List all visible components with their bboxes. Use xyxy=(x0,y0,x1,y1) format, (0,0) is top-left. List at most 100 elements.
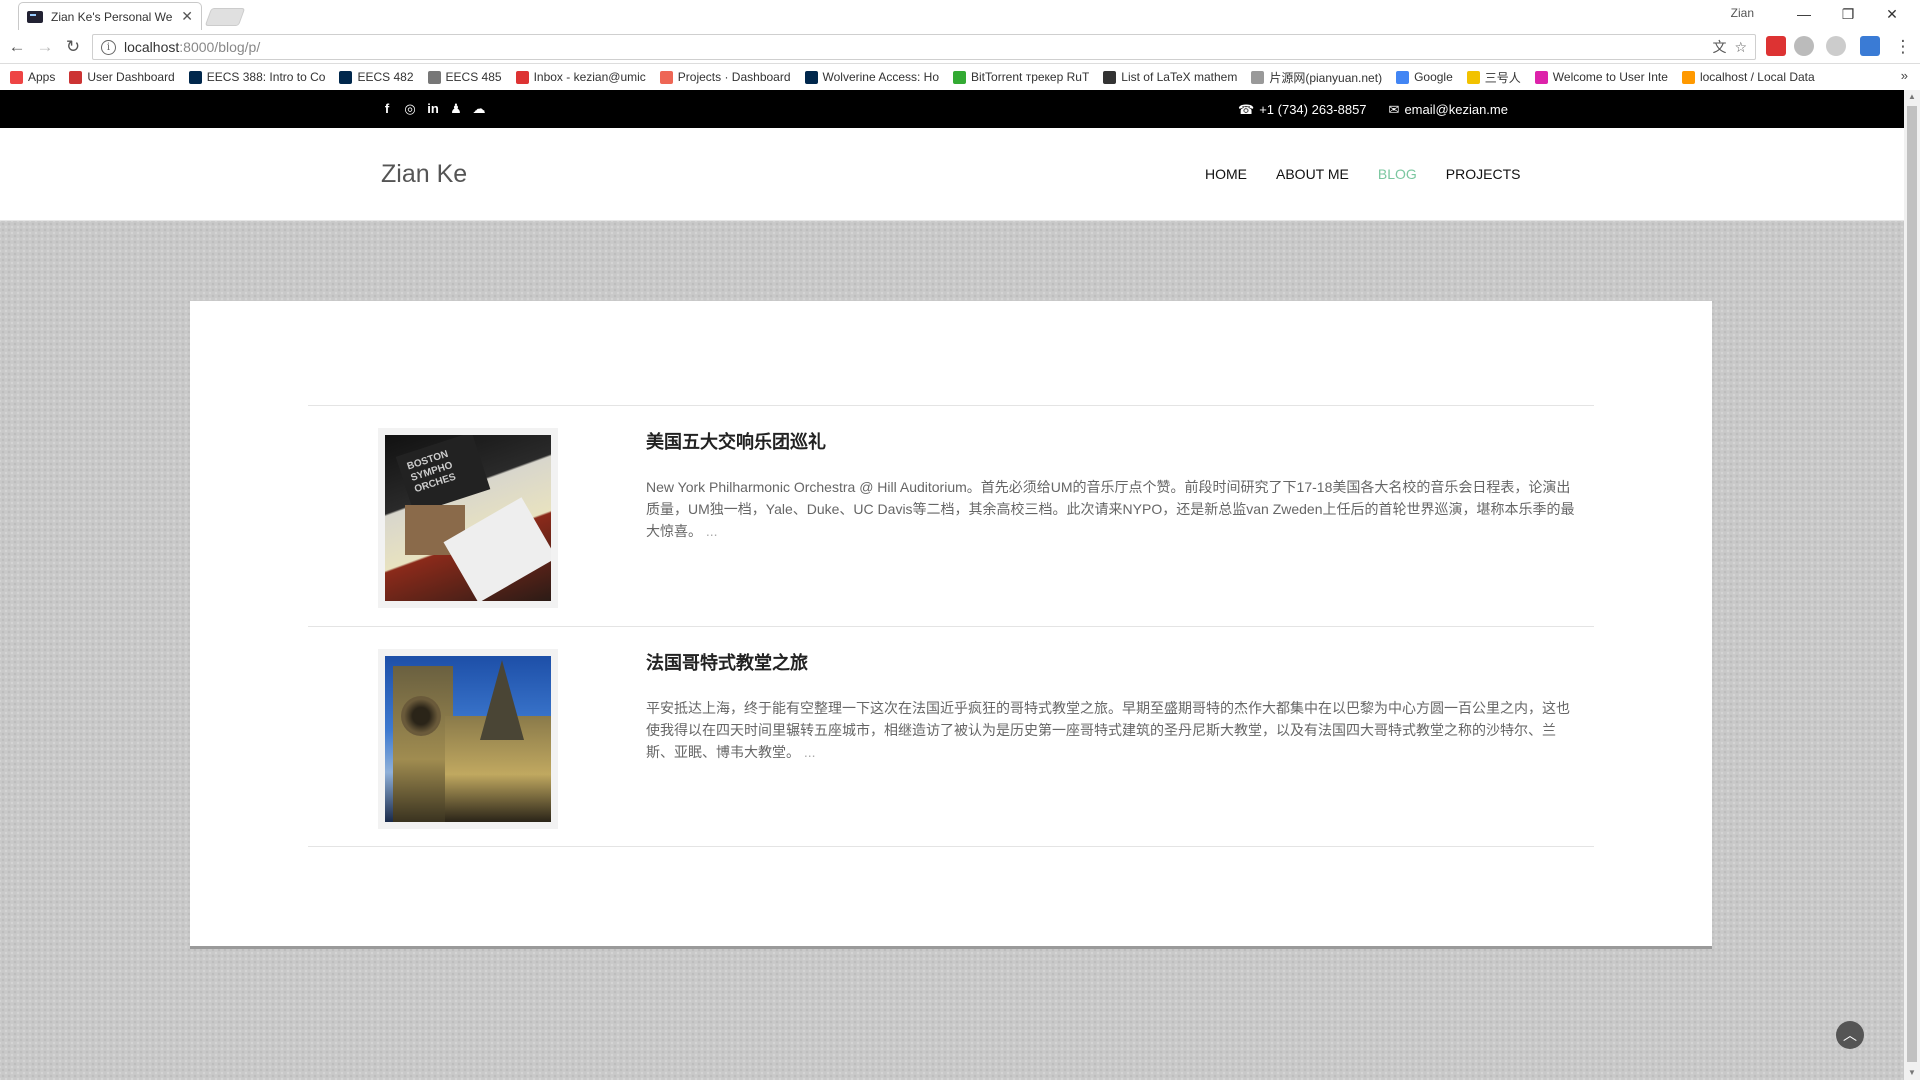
minimize-button[interactable]: — xyxy=(1784,2,1824,26)
contact-info: ☎ +1 (734) 263-8857 ✉ email@kezian.me xyxy=(1238,102,1508,118)
linkedin-icon[interactable]: in xyxy=(426,101,440,117)
bookmark-item[interactable]: Apps xyxy=(10,70,55,84)
extension-cloud-icon[interactable] xyxy=(1826,36,1846,56)
bookmark-label: Google xyxy=(1414,70,1453,84)
extension-new-icon[interactable] xyxy=(1860,36,1880,56)
translate-icon[interactable]: 文 xyxy=(1712,37,1726,57)
chrome-menu-icon[interactable]: ⋮ xyxy=(1892,36,1914,58)
bookmark-label: BitTorrent трекер RuT xyxy=(971,70,1090,84)
umich-m-icon xyxy=(339,70,353,84)
bookmark-item[interactable]: EECS 485 xyxy=(427,70,502,84)
read-more-link[interactable]: ... xyxy=(706,523,718,539)
bookmark-item[interactable]: Wolverine Access: Ho xyxy=(804,70,940,84)
bookmark-label: Inbox - kezian@umic xyxy=(533,70,646,84)
tab-strip: Zian Ke's Personal Website ✕ Zian — ❐ ✕ xyxy=(0,0,1920,30)
bookmark-label: Apps xyxy=(28,70,56,84)
bookmark-item[interactable]: Google xyxy=(1396,70,1453,84)
bookmarks-overflow-icon[interactable]: » xyxy=(1901,68,1908,83)
close-window-button[interactable]: ✕ xyxy=(1872,2,1912,26)
boston-symphony-booklet: BOSTON SYMPHO ORCHES xyxy=(395,435,491,514)
orchestra-image: BOSTON SYMPHO ORCHES xyxy=(385,435,551,601)
bookmark-item[interactable]: EECS 482 xyxy=(339,70,414,84)
nav-home[interactable]: HOME xyxy=(1205,166,1247,182)
bookmark-item[interactable]: 片源网(pianyuan.net) xyxy=(1251,69,1382,86)
page-background: BOSTON SYMPHO ORCHES 美国五大交响乐团巡礼 New York… xyxy=(0,221,1904,1080)
bookmark-item[interactable]: List of LaTeX mathem xyxy=(1103,70,1237,84)
post-thumbnail[interactable] xyxy=(378,649,558,829)
post-title[interactable]: 法国哥特式教堂之旅 xyxy=(646,649,1576,675)
bookmark-item[interactable]: EECS 388: Intro to Co xyxy=(188,70,326,84)
top-contact-bar: f ◎ in ♟ ☁ ☎ +1 (734) 263-8857 ✉ email@kez… xyxy=(0,90,1904,128)
post-excerpt-text: New York Philharmonic Orchestra @ Hill A… xyxy=(646,479,1575,539)
email-contact[interactable]: ✉ email@kezian.me xyxy=(1389,102,1508,118)
url-host: localhost xyxy=(124,39,180,55)
post-excerpt: New York Philharmonic Orchestra @ Hill A… xyxy=(646,476,1576,542)
bookmark-label: 片源网(pianyuan.net) xyxy=(1269,70,1383,85)
site-brand[interactable]: Zian Ke xyxy=(381,160,467,189)
scroll-to-top-button[interactable]: ︿ xyxy=(1836,1021,1864,1049)
cathedral-image xyxy=(385,656,551,822)
new-tab-button[interactable] xyxy=(204,8,246,26)
post-thumbnail[interactable]: BOSTON SYMPHO ORCHES xyxy=(378,428,558,608)
bookmark-item[interactable]: Welcome to User Inte xyxy=(1534,70,1668,84)
phpmyadmin-icon xyxy=(1681,70,1695,84)
post-list: BOSTON SYMPHO ORCHES 美国五大交响乐团巡礼 New York… xyxy=(308,405,1594,847)
read-more-link[interactable]: ... xyxy=(804,744,816,760)
phone-icon: ☎ xyxy=(1238,102,1255,117)
social-links: f ◎ in ♟ ☁ xyxy=(380,101,486,117)
page-scrollbar[interactable]: ▲ ▼ xyxy=(1904,90,1920,1080)
bookmark-label: User Dashboard xyxy=(87,70,175,84)
facebook-icon[interactable]: f xyxy=(380,101,394,117)
back-button[interactable]: ← xyxy=(6,36,28,58)
bookmark-label: localhost / Local Data xyxy=(1699,70,1815,84)
browser-toolbar: ← → ↻ i localhost:8000/blog/p/ 文 ☆ ⋮ xyxy=(0,30,1920,64)
nav-blog[interactable]: BLOG xyxy=(1378,166,1417,182)
address-bar[interactable]: i localhost:8000/blog/p/ 文 ☆ xyxy=(92,34,1756,60)
bookmark-item[interactable]: User Dashboard xyxy=(69,70,175,84)
post-excerpt: 平安抵达上海，终于能有空整理一下这次在法国近乎疯狂的哥特式教堂之旅。早期至盛期哥… xyxy=(646,697,1576,763)
extension-gray-icon[interactable] xyxy=(1794,36,1814,56)
restore-button[interactable]: ❐ xyxy=(1828,2,1868,26)
umich-m-icon xyxy=(804,70,818,84)
bookmark-item[interactable]: BitTorrent трекер RuT xyxy=(953,70,1089,84)
bookmarks-bar: Apps User Dashboard EECS 388: Intro to Co E… xyxy=(0,64,1920,90)
wechat-icon[interactable]: ☁ xyxy=(472,101,486,117)
profile-name[interactable]: Zian xyxy=(1731,6,1754,20)
browser-tab-active[interactable]: Zian Ke's Personal Website ✕ xyxy=(18,2,202,30)
page-viewport: f ◎ in ♟ ☁ ☎ +1 (734) 263-8857 ✉ email@kez… xyxy=(0,90,1904,1080)
extension-red-icon[interactable] xyxy=(1766,36,1786,56)
dashboard-icon xyxy=(69,70,83,84)
nav-about-me[interactable]: ABOUT ME xyxy=(1276,166,1349,182)
bookmark-label: EECS 388: Intro to Co xyxy=(206,70,326,84)
bookmark-item[interactable]: localhost / Local Data xyxy=(1681,70,1815,84)
nav-projects[interactable]: PROJECTS xyxy=(1446,166,1521,182)
rutracker-icon xyxy=(953,70,967,84)
phone-contact[interactable]: ☎ +1 (734) 263-8857 xyxy=(1238,102,1367,118)
close-tab-icon[interactable]: ✕ xyxy=(181,8,193,25)
site-info-icon[interactable]: i xyxy=(101,39,116,55)
bookmark-item[interactable]: Inbox - kezian@umic xyxy=(515,70,646,84)
folder-icon xyxy=(1466,70,1480,84)
post-excerpt-text: 平安抵达上海，终于能有空整理一下这次在法国近乎疯狂的哥特式教堂之旅。早期至盛期哥… xyxy=(646,700,1570,760)
bookmark-item[interactable]: Projects · Dashboard xyxy=(659,70,791,84)
scroll-up-arrow-icon[interactable]: ▲ xyxy=(1904,90,1920,104)
forward-button[interactable]: → xyxy=(34,36,56,58)
umich-m-icon xyxy=(188,70,202,84)
bookmark-label: EECS 482 xyxy=(357,70,414,84)
bookmark-label: Welcome to User Inte xyxy=(1552,70,1668,84)
reload-button[interactable]: ↻ xyxy=(62,36,84,58)
bookmark-label: Wolverine Access: Ho xyxy=(822,70,940,84)
google-icon xyxy=(1396,70,1410,84)
github-icon[interactable]: ◎ xyxy=(403,101,417,117)
tab-title: Zian Ke's Personal Website xyxy=(51,9,173,24)
phone-text: +1 (734) 263-8857 xyxy=(1259,102,1367,117)
scroll-down-arrow-icon[interactable]: ▼ xyxy=(1904,1066,1920,1080)
bookmark-item[interactable]: 三号人 xyxy=(1466,69,1521,86)
qq-icon[interactable]: ♟ xyxy=(449,101,463,117)
gmail-icon xyxy=(515,70,529,84)
scrollbar-thumb[interactable] xyxy=(1907,106,1917,1062)
page-icon xyxy=(1251,70,1265,84)
bookmark-star-icon[interactable]: ☆ xyxy=(1734,39,1747,56)
post-title[interactable]: 美国五大交响乐团巡礼 xyxy=(646,428,1576,454)
site-favicon-icon xyxy=(27,10,43,23)
